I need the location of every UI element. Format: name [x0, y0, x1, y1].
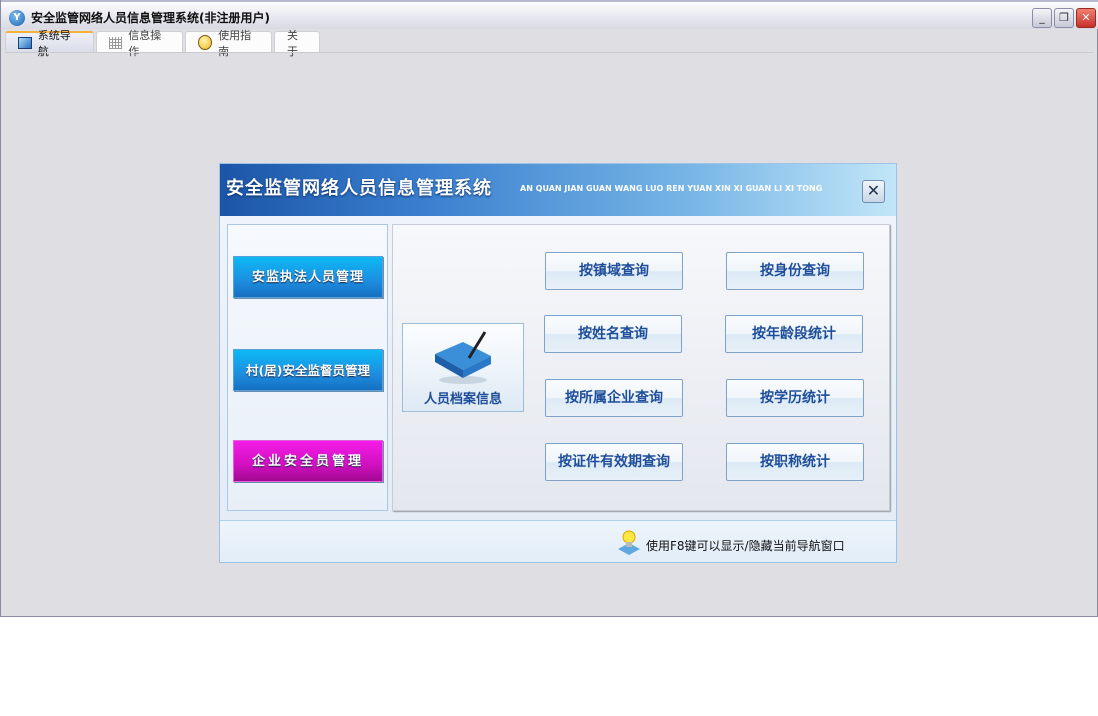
dialog-close-button[interactable]: ✕ — [862, 180, 885, 203]
tab-label: 信息操作 — [128, 28, 162, 58]
stats-by-title-button[interactable]: 按职称统计 — [726, 443, 864, 481]
tab-label: 系统导航 — [37, 29, 71, 58]
stats-by-age-button[interactable]: 按年龄段统计 — [725, 315, 863, 353]
query-by-cert-validity-button[interactable]: 按证件有效期查询 — [545, 443, 683, 481]
tab-system-nav[interactable]: 系统导航 — [5, 29, 94, 58]
archive-info-button[interactable]: 人员档案信息 — [402, 323, 524, 412]
dialog-footer: 使用F8键可以显示/隐藏当前导航窗口 — [220, 520, 896, 562]
dialog-title: 安全监管网络人员信息管理系统 — [226, 178, 492, 199]
tab-label: 使用指南 — [218, 28, 252, 58]
tab-guide[interactable]: 使用指南 — [185, 29, 272, 58]
dialog-header: 安全监管网络人员信息管理系统 AN QUAN JIAN GUAN WANG LU… — [220, 164, 896, 216]
binder-pen-icon — [435, 331, 491, 384]
archive-info-label: 人员档案信息 — [423, 392, 502, 407]
query-by-identity-button[interactable]: 按身份查询 — [726, 252, 864, 290]
lightbulb-icon — [618, 530, 640, 555]
app-logo-icon: Y — [9, 10, 25, 26]
query-by-town-button[interactable]: 按镇域查询 — [545, 252, 683, 290]
main-window: Y 安全监管网络人员信息管理系统(非注册用户) _ ❐ ✕ 系统导航 信息操作 … — [0, 0, 1098, 617]
f8-hint-text: 使用F8键可以显示/隐藏当前导航窗口 — [646, 539, 845, 553]
tab-divider — [5, 52, 1093, 53]
restore-button[interactable]: ❐ — [1054, 8, 1074, 28]
minimize-button[interactable]: _ — [1032, 8, 1052, 28]
stats-by-education-button[interactable]: 按学历统计 — [726, 379, 864, 417]
grid-icon — [109, 36, 123, 49]
tab-bar: 系统导航 信息操作 使用指南 关于 — [5, 29, 320, 58]
query-panel: 人员档案信息 按镇域查询 按身份查询 按姓名查询 按年龄段统计 按所属企业查询 … — [392, 224, 890, 511]
close-button[interactable]: ✕ — [1076, 8, 1096, 28]
tab-about[interactable]: 关于 — [274, 29, 320, 58]
navigation-dialog: 安全监管网络人员信息管理系统 AN QUAN JIAN GUAN WANG LU… — [219, 163, 897, 563]
category-panel: 安监执法人员管理 村(居)安全监督员管理 企业安全员管理 — [227, 224, 388, 511]
village-supervisor-button[interactable]: 村(居)安全监督员管理 — [233, 349, 383, 391]
query-by-name-button[interactable]: 按姓名查询 — [544, 315, 682, 353]
window-title: 安全监管网络人员信息管理系统(非注册用户) — [31, 11, 270, 25]
tab-label: 关于 — [287, 28, 298, 58]
help-icon — [198, 35, 213, 50]
tab-info-ops[interactable]: 信息操作 — [96, 29, 183, 58]
query-by-enterprise-button[interactable]: 按所属企业查询 — [545, 379, 683, 417]
dialog-subtitle: AN QUAN JIAN GUAN WANG LUO REN YUAN XIN … — [520, 184, 823, 193]
enforcement-staff-button[interactable]: 安监执法人员管理 — [233, 256, 383, 298]
monitor-icon — [18, 37, 32, 49]
enterprise-safety-officer-button[interactable]: 企业安全员管理 — [233, 440, 383, 482]
title-bar: Y 安全监管网络人员信息管理系统(非注册用户) _ ❐ ✕ — [1, 0, 1098, 29]
